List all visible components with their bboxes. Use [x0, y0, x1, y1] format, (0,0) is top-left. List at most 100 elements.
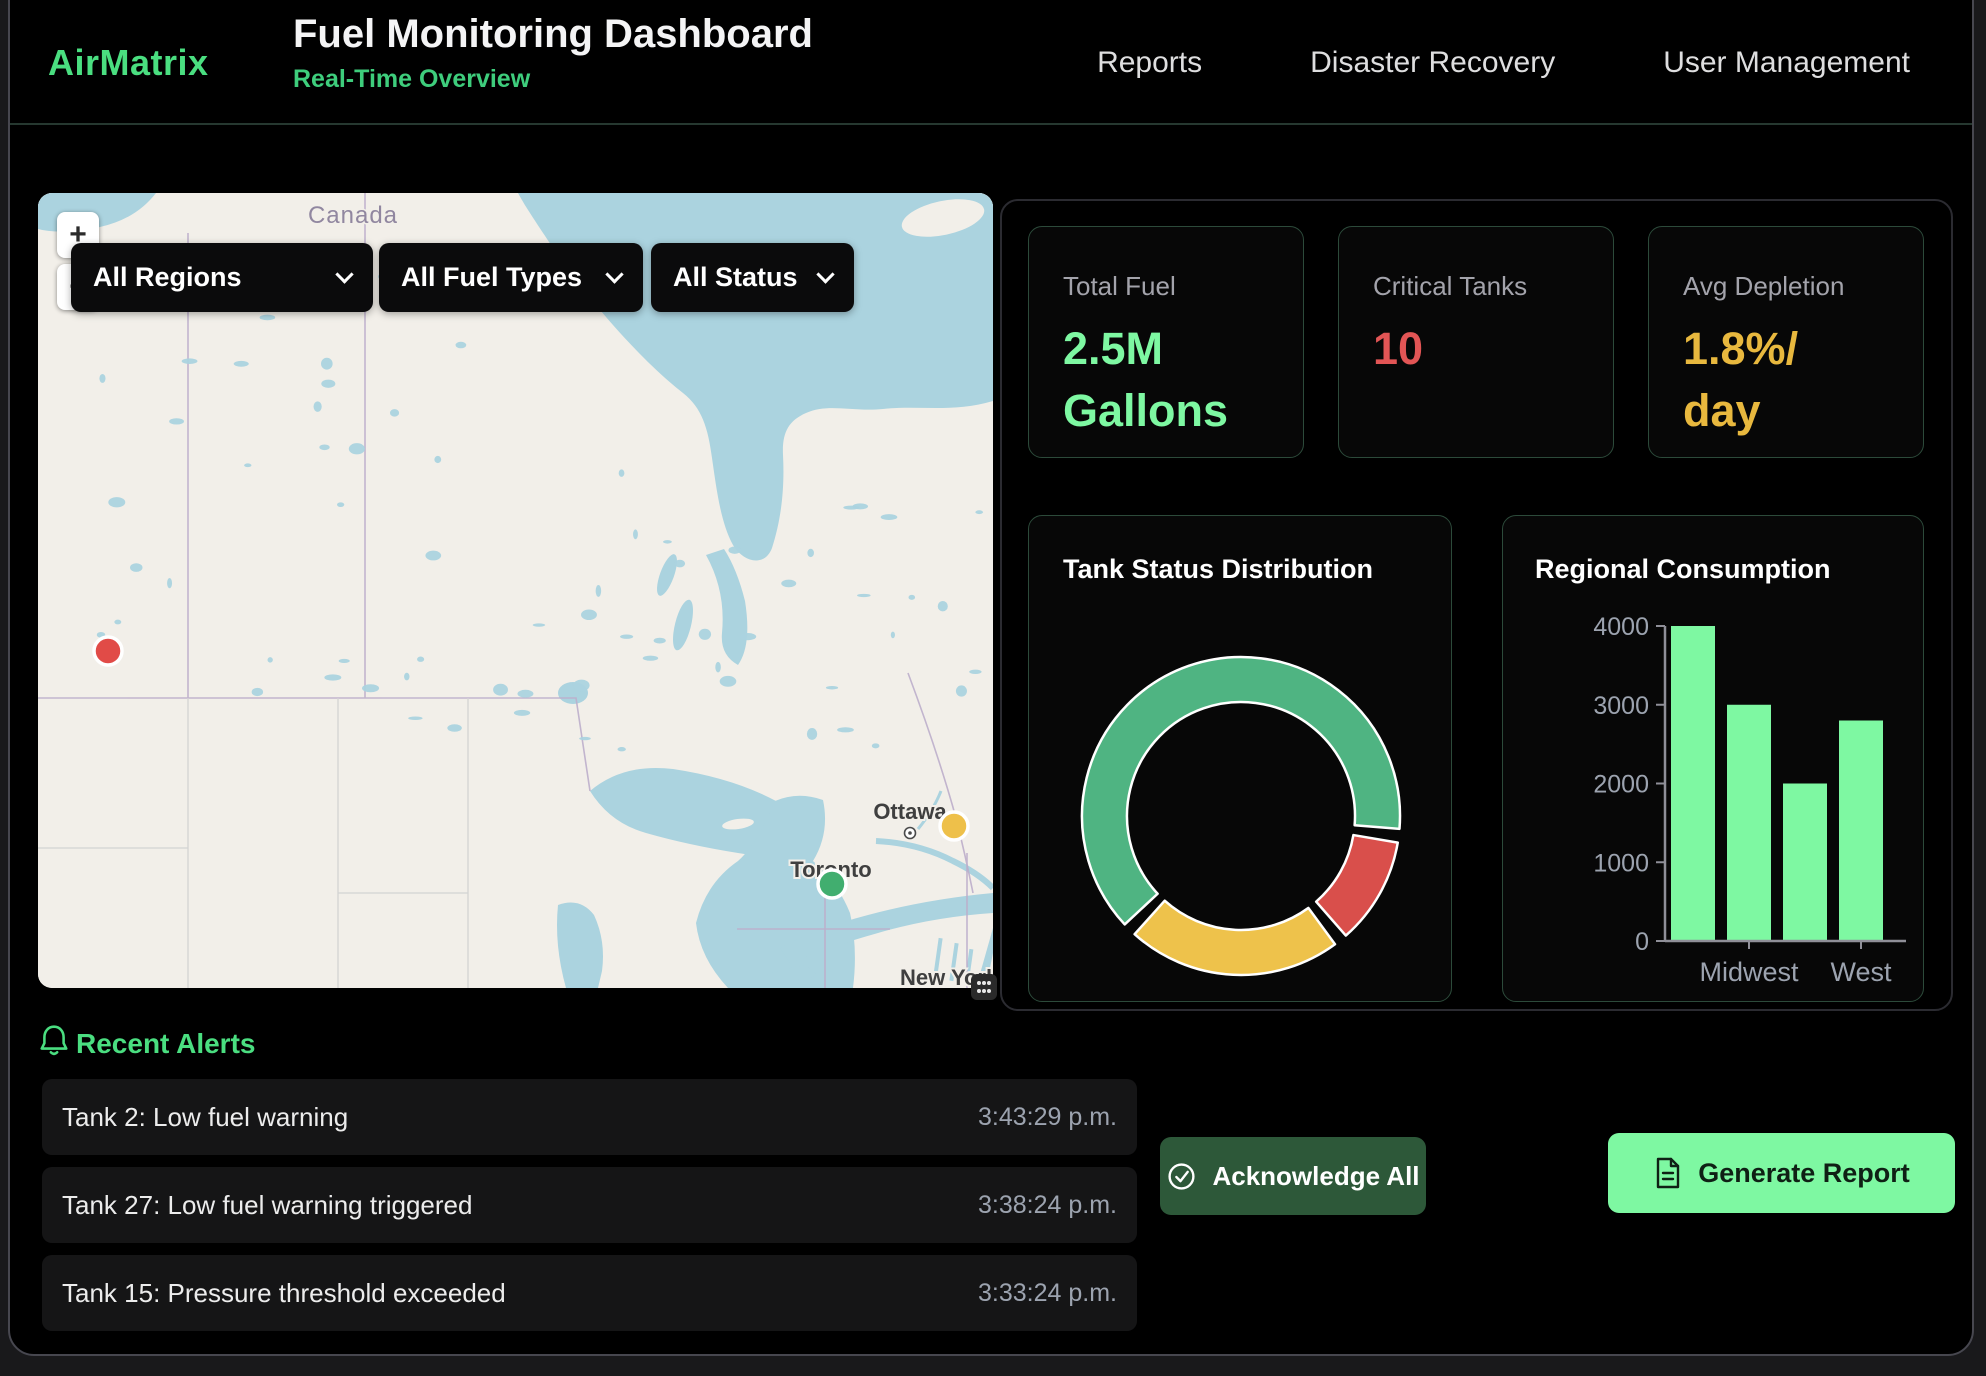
alert-message: Tank 15: Pressure threshold exceeded — [62, 1278, 978, 1309]
map-resize-handle[interactable] — [971, 974, 997, 1000]
check-circle-icon — [1166, 1161, 1197, 1192]
alert-message: Tank 27: Low fuel warning triggered — [62, 1190, 978, 1221]
small-lake — [728, 547, 741, 554]
header: AirMatrix Fuel Monitoring Dashboard Real… — [10, 0, 1972, 125]
main-nav: Reports Disaster Recovery User Managemen… — [1097, 0, 1910, 125]
small-lake — [781, 580, 796, 588]
small-lake — [533, 623, 545, 626]
status-filter-value: All Status — [673, 262, 801, 293]
nav-reports[interactable]: Reports — [1097, 46, 1202, 80]
small-lake — [740, 633, 756, 640]
small-lake — [404, 673, 409, 681]
small-lake — [349, 443, 365, 454]
fuel-type-filter-select[interactable]: All Fuel Types — [379, 243, 643, 312]
small-lake — [390, 409, 399, 417]
small-lake — [319, 444, 329, 450]
small-lake — [314, 401, 322, 412]
fuel-type-filter-value: All Fuel Types — [401, 262, 590, 293]
alert-message: Tank 2: Low fuel warning — [62, 1102, 978, 1133]
small-lake — [826, 686, 838, 689]
small-lake — [167, 578, 172, 588]
small-lake — [517, 690, 533, 698]
stat-card-critical-tanks: Critical Tanks 10 — [1338, 226, 1614, 458]
tank-marker-normal[interactable] — [818, 870, 846, 898]
stat-value-total-fuel: 2.5M Gallons — [1063, 318, 1269, 442]
alert-row[interactable]: Tank 15: Pressure threshold exceeded 3:3… — [42, 1255, 1137, 1331]
page-title: Fuel Monitoring Dashboard — [293, 12, 813, 57]
stat-label: Avg Depletion — [1683, 271, 1889, 302]
acknowledge-all-button[interactable]: Acknowledge All — [1160, 1137, 1426, 1215]
small-lake — [252, 688, 263, 696]
small-lake — [675, 560, 686, 568]
small-lake — [633, 529, 638, 539]
donut-segment-critical — [1316, 835, 1398, 935]
title-block: Fuel Monitoring Dashboard Real-Time Over… — [293, 12, 813, 94]
small-lake — [260, 315, 276, 321]
stat-value-critical-tanks: 10 — [1373, 318, 1579, 380]
small-lake — [567, 682, 573, 691]
small-lake — [434, 456, 441, 463]
small-lake — [663, 540, 672, 543]
small-lake — [447, 724, 462, 731]
small-lake — [807, 728, 817, 740]
small-lake — [408, 716, 422, 720]
small-lake — [182, 358, 198, 364]
small-lake — [321, 358, 333, 370]
small-lake — [699, 629, 711, 640]
nav-disaster-recovery[interactable]: Disaster Recovery — [1310, 46, 1555, 80]
region-filter-select[interactable]: All Regions — [71, 243, 373, 312]
regional-consumption-bar-chart: 01000200030004000MidwestWest — [1503, 516, 1925, 1003]
tank-status-card: Tank Status Distribution — [1028, 515, 1452, 1002]
small-lake — [909, 595, 916, 600]
small-lake — [425, 551, 441, 561]
alert-row[interactable]: Tank 27: Low fuel warning triggered 3:38… — [42, 1167, 1137, 1243]
small-lake — [643, 656, 658, 661]
generate-report-label: Generate Report — [1698, 1158, 1910, 1189]
small-lake — [324, 674, 341, 680]
brand-logo: AirMatrix — [48, 42, 209, 84]
chevron-down-icon — [605, 265, 623, 283]
small-lake — [99, 374, 105, 383]
small-lake — [169, 418, 184, 424]
nav-user-management[interactable]: User Management — [1663, 46, 1910, 80]
map-label-canada: Canada — [308, 202, 398, 229]
region-filter-value: All Regions — [93, 262, 320, 293]
small-lake — [573, 680, 589, 692]
small-lake — [975, 510, 983, 514]
document-icon — [1653, 1156, 1683, 1190]
fuel-map[interactable]: Canada Ottawa Toronto New York + − All R… — [38, 193, 993, 988]
tank-status-donut-chart — [1029, 516, 1453, 1003]
small-lake — [807, 549, 814, 557]
y-tick-label: 4000 — [1593, 613, 1649, 641]
alert-row[interactable]: Tank 2: Low fuel warning 3:43:29 p.m. — [42, 1079, 1137, 1155]
x-tick-label: Midwest — [1699, 957, 1799, 987]
alert-time: 3:38:24 p.m. — [978, 1191, 1117, 1220]
small-lake — [493, 684, 508, 696]
chevron-down-icon — [335, 265, 353, 283]
small-lake — [938, 601, 948, 611]
alert-time: 3:33:24 p.m. — [978, 1279, 1117, 1308]
small-lake — [620, 634, 633, 638]
stat-card-total-fuel: Total Fuel 2.5M Gallons — [1028, 226, 1304, 458]
small-lake — [891, 632, 895, 639]
small-lake — [872, 743, 880, 748]
tank-marker-warning[interactable] — [940, 812, 968, 840]
small-lake — [244, 463, 251, 467]
small-lake — [654, 638, 666, 644]
small-lake — [268, 657, 273, 662]
acknowledge-all-label: Acknowledge All — [1212, 1161, 1419, 1192]
small-lake — [108, 497, 125, 507]
small-lake — [596, 585, 602, 597]
y-tick-label: 0 — [1635, 928, 1649, 956]
small-lake — [456, 342, 467, 349]
small-lake — [234, 361, 249, 367]
generate-report-button[interactable]: Generate Report — [1608, 1133, 1955, 1213]
small-lake — [857, 594, 871, 597]
y-tick-label: 1000 — [1593, 849, 1649, 877]
stat-value-avg-depletion: 1.8%/ day — [1683, 318, 1889, 442]
small-lake — [114, 620, 121, 625]
small-lake — [837, 727, 854, 732]
tank-marker-critical[interactable] — [94, 637, 122, 665]
y-tick-label: 2000 — [1593, 771, 1649, 799]
status-filter-select[interactable]: All Status — [651, 243, 854, 312]
